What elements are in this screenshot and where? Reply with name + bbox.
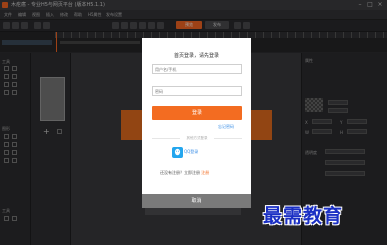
register-prompt-text: 还没有注册？立即注册 [160,170,200,175]
login-button[interactable]: 登录 [152,106,242,120]
username-input[interactable] [152,64,242,74]
qq-icon[interactable] [172,147,183,158]
forgot-password-link[interactable]: 忘记密码 [218,124,234,130]
cancel-button[interactable]: 取消 [142,194,251,208]
qq-login-link[interactable]: QQ登录 [184,149,198,155]
register-prompt: 还没有注册？立即注册 注册 [160,170,209,176]
register-link[interactable]: 注册 [201,170,209,175]
login-title: 首页登录，请先登录 [173,53,219,59]
watermark: 最需教育 [263,205,344,227]
password-input[interactable] [152,86,242,96]
other-login-label: 其他方式登录 [180,135,214,141]
qq-penguin-icon [174,148,181,156]
